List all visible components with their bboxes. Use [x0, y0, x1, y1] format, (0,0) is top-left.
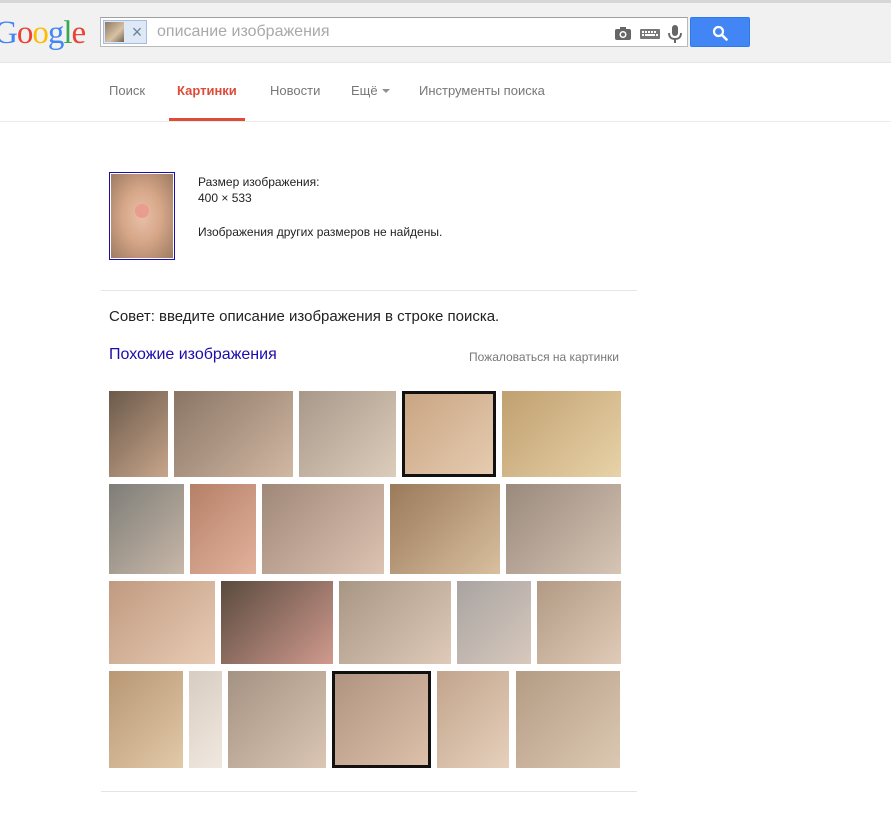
chevron-down-icon: [381, 88, 390, 93]
logo-letter: G: [0, 15, 18, 51]
similar-image-ball[interactable]: [502, 391, 621, 477]
similar-image-script-tattoo[interactable]: [390, 484, 500, 574]
tab-search[interactable]: Поиск: [109, 83, 145, 121]
divider: [101, 290, 637, 291]
query-image-chip[interactable]: ×: [103, 20, 147, 44]
search-tabs: Поиск Картинки Новости Ещё Инструменты п…: [0, 62, 891, 122]
other-sizes-message: Изображения других размеров не найдены.: [198, 225, 443, 239]
similar-image-bathtub[interactable]: [299, 391, 396, 477]
image-size-value[interactable]: 400 × 533: [198, 190, 442, 206]
similar-image-hook[interactable]: [339, 581, 451, 664]
search-tip: Совет: введите описание изображения в ст…: [109, 308, 500, 325]
tab-images[interactable]: Картинки: [169, 83, 245, 121]
microphone-icon[interactable]: [667, 24, 687, 43]
similar-image-hand[interactable]: [109, 391, 168, 477]
tab-more[interactable]: Ещё: [351, 83, 390, 121]
similar-image-hand-ring[interactable]: [457, 581, 531, 664]
similar-image-lotus-tattoo[interactable]: [516, 671, 620, 768]
search-box[interactable]: ×: [100, 17, 688, 47]
similar-image-man-portrait[interactable]: [109, 484, 184, 574]
similar-image-band-ring[interactable]: [228, 671, 326, 768]
query-image: [111, 174, 173, 258]
similar-image-necklace[interactable]: [109, 581, 215, 664]
similar-image-statuette[interactable]: [189, 671, 222, 768]
similar-image-ring[interactable]: [537, 581, 621, 664]
similar-images-heading[interactable]: Похожие изображения: [109, 346, 277, 364]
query-image-thumbnail: [105, 22, 124, 42]
search-input[interactable]: [157, 22, 557, 42]
similar-image-hand-holding-needle[interactable]: [174, 391, 293, 477]
report-images-link[interactable]: Пожаловаться на картинки: [469, 350, 619, 364]
logo-letter: l: [63, 15, 72, 51]
similar-image-navel-piercing[interactable]: [437, 671, 509, 768]
similar-image-statue-face[interactable]: [109, 671, 183, 768]
similar-image-flower-tattoo[interactable]: [262, 484, 384, 574]
keyboard-icon[interactable]: [639, 24, 660, 42]
similar-image-diamond-ring[interactable]: [506, 484, 621, 574]
tab-more-label: Ещё: [351, 83, 378, 98]
similar-image-star-tattoo[interactable]: [332, 671, 431, 768]
logo-rest: oogle: [16, 15, 87, 52]
logo-letter: e: [71, 15, 87, 51]
divider: [101, 791, 637, 792]
camera-icon[interactable]: [613, 24, 633, 42]
image-size-label: Размер изображения:: [198, 175, 320, 189]
google-logo[interactable]: Google: [0, 15, 87, 52]
similar-image-scratches[interactable]: [221, 581, 333, 664]
logo-letter: g: [47, 15, 64, 51]
tab-news[interactable]: Новости: [270, 83, 320, 121]
logo-letter: o: [16, 15, 33, 51]
logo-letter: o: [32, 15, 48, 51]
search-icon: [712, 25, 728, 41]
query-image-preview[interactable]: [109, 172, 175, 260]
search-button[interactable]: [690, 17, 750, 47]
similar-image-chinese-tattoo[interactable]: [190, 484, 256, 574]
similar-image-bracelet[interactable]: [402, 391, 496, 477]
header-bar: Google ×: [0, 3, 891, 63]
image-info: Размер изображения: 400 × 533 Изображени…: [198, 174, 442, 240]
remove-image-button[interactable]: ×: [128, 21, 146, 43]
tab-search-tools[interactable]: Инструменты поиска: [419, 83, 545, 121]
